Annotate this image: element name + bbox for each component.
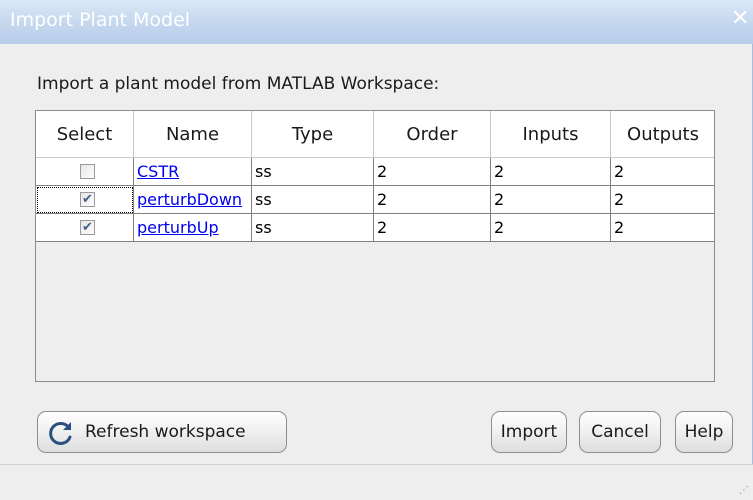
inputs-cell[interactable]: 2: [491, 214, 611, 242]
row-select-checkbox[interactable]: ✔: [80, 192, 95, 207]
import-button[interactable]: Import: [491, 411, 567, 453]
inputs-cell[interactable]: 2: [491, 186, 611, 214]
table-header: Select Name Type Order Inputs Outputs: [36, 111, 714, 158]
column-header-type[interactable]: Type: [252, 111, 374, 158]
table-row[interactable]: ✔ perturbDown ss 2 2 2: [36, 186, 714, 214]
table-row[interactable]: CSTR ss 2 2 2: [36, 158, 714, 186]
name-cell: perturbDown: [134, 186, 252, 214]
type-cell[interactable]: ss: [252, 186, 374, 214]
select-cell: [36, 158, 134, 186]
column-header-name[interactable]: Name: [134, 111, 252, 158]
import-plant-model-dialog: Import Plant Model ✕ Import a plant mode…: [0, 0, 753, 500]
refresh-workspace-label: Refresh workspace: [85, 422, 246, 442]
resize-grip-icon[interactable]: ⋰: [739, 486, 749, 496]
order-cell[interactable]: 2: [374, 186, 491, 214]
outputs-cell[interactable]: 2: [611, 158, 714, 186]
column-header-select[interactable]: Select: [36, 111, 134, 158]
type-cell[interactable]: ss: [252, 214, 374, 242]
instruction-label: Import a plant model from MATLAB Workspa…: [37, 74, 440, 94]
model-name-link[interactable]: perturbDown: [137, 190, 242, 209]
plant-model-table: Select Name Type Order Inputs Outputs CS…: [35, 110, 715, 382]
outputs-cell[interactable]: 2: [611, 214, 714, 242]
row-select-checkbox[interactable]: ✔: [80, 220, 95, 235]
row-select-checkbox[interactable]: [80, 164, 95, 179]
window-title: Import Plant Model: [10, 9, 191, 31]
cancel-button[interactable]: Cancel: [579, 411, 661, 453]
outputs-cell[interactable]: 2: [611, 186, 714, 214]
close-icon[interactable]: ✕: [731, 8, 753, 30]
title-bar[interactable]: Import Plant Model ✕: [0, 0, 753, 44]
name-cell: perturbUp: [134, 214, 252, 242]
table-row[interactable]: ✔ perturbUp ss 2 2 2: [36, 214, 714, 242]
refresh-workspace-button[interactable]: Refresh workspace: [37, 411, 287, 453]
order-cell[interactable]: 2: [374, 214, 491, 242]
column-header-order[interactable]: Order: [374, 111, 491, 158]
type-cell[interactable]: ss: [252, 158, 374, 186]
help-button[interactable]: Help: [675, 411, 733, 453]
model-name-link[interactable]: CSTR: [137, 162, 179, 181]
name-cell: CSTR: [134, 158, 252, 186]
column-header-inputs[interactable]: Inputs: [491, 111, 611, 158]
refresh-icon: [49, 421, 72, 445]
order-cell[interactable]: 2: [374, 158, 491, 186]
status-bar: ⋰: [0, 464, 753, 500]
column-header-outputs[interactable]: Outputs: [611, 111, 714, 158]
model-name-link[interactable]: perturbUp: [137, 218, 219, 237]
select-cell: ✔: [36, 214, 134, 242]
select-cell: ✔: [36, 186, 134, 214]
inputs-cell[interactable]: 2: [491, 158, 611, 186]
